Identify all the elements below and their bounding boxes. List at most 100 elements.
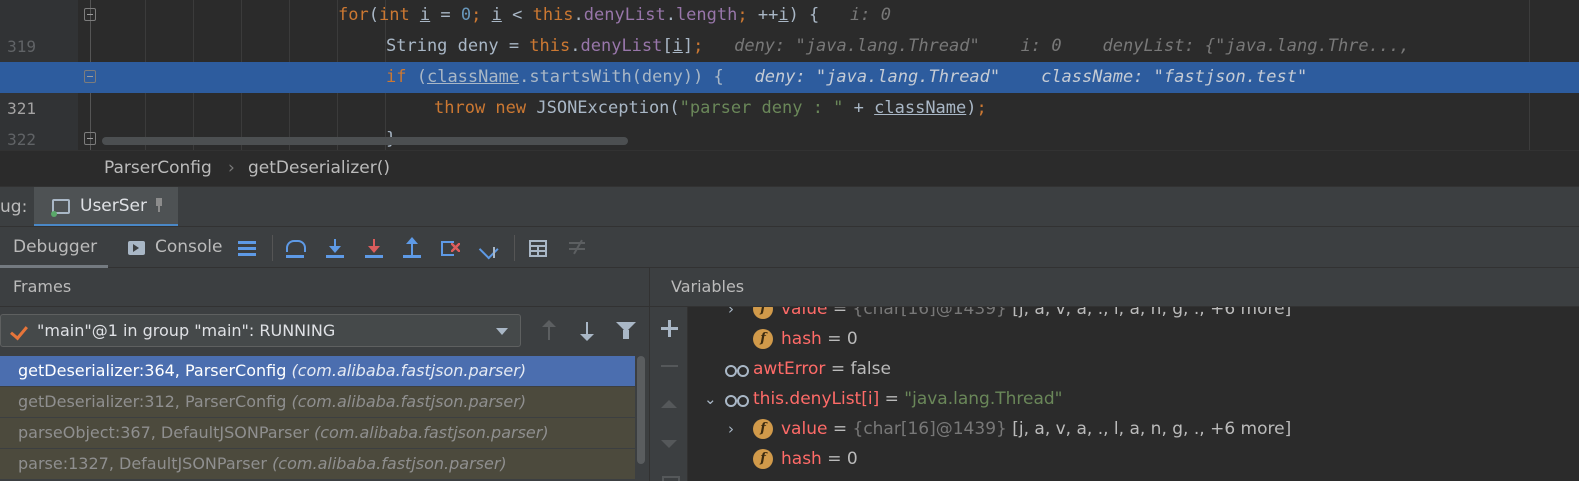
- field-icon: f: [753, 307, 773, 319]
- thread-selector-value: "main"@1 in group "main": RUNNING: [37, 321, 336, 340]
- run-to-cursor-icon[interactable]: [478, 237, 500, 259]
- inline-value-hint: i: 0: [819, 5, 891, 25]
- variable-value: [j, a, v, a, ., l, a, n, g, ., +6 more]: [1006, 307, 1292, 319]
- down-arrow-icon[interactable]: [576, 320, 598, 342]
- variable-value: 0: [846, 329, 858, 349]
- frame-method: getDeserializer:312, ParserConfig: [18, 392, 292, 411]
- code-token: [: [662, 36, 673, 56]
- breadcrumb-method[interactable]: getDeserializer(): [248, 151, 390, 186]
- code-token: denyList: [580, 36, 663, 56]
- pin-icon[interactable]: [154, 198, 164, 212]
- force-step-into-icon[interactable]: [363, 237, 385, 259]
- variable-name: value = {char[16]@1439} [j, a, v, a, ., …: [781, 419, 1292, 439]
- fold-marker-icon[interactable]: [84, 132, 96, 145]
- variable-name: awtError = false: [753, 359, 891, 379]
- code-text: throw new JSONException("parser deny : "…: [434, 93, 987, 124]
- frame-package: (com.alibaba.fastjson.parser): [313, 423, 549, 442]
- code-line-319[interactable]: 319 for(int i = 0; i < this.denyList.len…: [0, 0, 1579, 56]
- code-token: <: [501, 5, 533, 25]
- debug-tool-window-header: ug: UserSer: [0, 186, 1579, 227]
- fold-marker-icon[interactable]: [84, 8, 96, 21]
- debugger-toolbar: Debugger Console: [0, 226, 1579, 268]
- chevron-down-icon[interactable]: ⌄: [704, 384, 717, 414]
- debug-label: ug:: [0, 197, 28, 217]
- layout-menu-icon[interactable]: [236, 237, 258, 259]
- variable-name: hash = 0: [781, 449, 858, 469]
- frame-row[interactable]: getDeserializer:364, ParserConfig (com.a…: [0, 356, 635, 386]
- field-icon: f: [753, 419, 773, 439]
- chevron-down-icon[interactable]: [496, 328, 508, 335]
- code-token: for: [338, 5, 369, 25]
- variable-row[interactable]: ⌄ this.denyList[i] = "java.lang.Thread": [688, 384, 1579, 414]
- variable-value: "java.lang.Thread": [904, 389, 1063, 409]
- trace-stream-icon[interactable]: [567, 237, 589, 259]
- frame-method: getDeserializer:364, ParserConfig: [18, 361, 292, 380]
- code-token: ): [966, 98, 977, 118]
- variable-row[interactable]: › f value = {char[16]@1439} [j, a, v, a, .…: [688, 307, 1579, 324]
- breadcrumb-separator: ›: [228, 158, 235, 178]
- check-icon: [11, 323, 27, 335]
- code-line-320[interactable]: 320 String deny = this.denyList[i]; deny…: [0, 31, 1579, 87]
- code-token: length: [675, 5, 738, 25]
- watch-icon: [725, 395, 749, 407]
- code-line-322[interactable]: 322 throw new JSONException("parser deny…: [0, 93, 1579, 149]
- fold-marker-icon[interactable]: [84, 70, 96, 83]
- frame-method: parse:1327, DefaultJSONParser: [18, 454, 273, 473]
- watch-icon: [725, 365, 749, 377]
- code-token: .: [665, 5, 676, 25]
- code-text: String deny = this.denyList[i]; deny: "j…: [386, 31, 1410, 62]
- tab-console[interactable]: Console: [155, 227, 223, 268]
- code-token: int: [378, 5, 420, 25]
- session-tab-userser[interactable]: UserSer: [34, 187, 178, 227]
- code-token: className: [874, 98, 967, 118]
- variable-row[interactable]: f hash = 0: [688, 444, 1579, 474]
- code-editor[interactable]: 319 for(int i = 0; i < this.denyList.len…: [0, 0, 1579, 150]
- code-token: ) {: [788, 5, 820, 25]
- filter-icon[interactable]: [615, 320, 637, 342]
- field-icon: f: [753, 329, 773, 349]
- variable-row[interactable]: f hash = 0: [688, 324, 1579, 354]
- evaluate-expression-icon[interactable]: [529, 240, 547, 257]
- variables-tree[interactable]: › f value = {char[16]@1439} [j, a, v, a, .…: [650, 307, 1579, 481]
- field-icon: f: [753, 449, 773, 469]
- breadcrumb-class[interactable]: ParserConfig: [104, 151, 212, 186]
- code-token: i: [778, 5, 789, 25]
- horizontal-scrollbar[interactable]: [102, 137, 628, 145]
- code-token: +: [843, 98, 875, 118]
- code-token: throw new: [434, 98, 537, 118]
- step-over-icon[interactable]: [284, 237, 306, 259]
- chevron-right-icon[interactable]: ›: [728, 414, 734, 444]
- variable-row[interactable]: awtError = false: [688, 354, 1579, 384]
- thread-selector[interactable]: "main"@1 in group "main": RUNNING: [0, 314, 521, 347]
- drop-frame-icon[interactable]: [439, 237, 461, 259]
- variable-row[interactable]: › f value = {char[16]@1439} [j, a, v, a, .…: [688, 414, 1579, 444]
- step-out-icon[interactable]: [401, 237, 423, 259]
- code-token: .: [573, 5, 584, 25]
- code-token: i: [672, 36, 683, 56]
- code-token: "parser deny : ": [679, 98, 844, 118]
- code-token: denyList: [583, 5, 666, 25]
- tab-console-label: Console: [155, 237, 223, 257]
- frame-method: parseObject:367, DefaultJSONParser: [18, 423, 314, 442]
- code-token: 0: [460, 5, 472, 25]
- frame-row[interactable]: getDeserializer:312, ParserConfig (com.a…: [0, 387, 635, 417]
- frames-scrollbar[interactable]: [635, 356, 649, 481]
- frame-row[interactable]: parseObject:367, DefaultJSONParser (com.…: [0, 418, 635, 448]
- tab-debugger[interactable]: Debugger: [0, 227, 108, 268]
- code-token: JSONException(: [536, 98, 680, 118]
- variable-meta: {char[16]@1439}: [852, 419, 1007, 439]
- variable-name: this.denyList[i] = "java.lang.Thread": [753, 389, 1063, 409]
- code-line-321-current[interactable]: 321 if (className.startsWith(deny)) { de…: [0, 62, 1579, 118]
- inline-value-hint: deny: "java.lang.Thread" i: 0 denyList: …: [703, 36, 1410, 56]
- toolbar-separator: [272, 235, 273, 261]
- step-into-icon[interactable]: [324, 237, 346, 259]
- toolbar-separator: [514, 235, 515, 261]
- session-label: UserSer: [80, 196, 147, 216]
- code-token: this: [529, 36, 571, 56]
- up-arrow-icon[interactable]: [538, 320, 560, 342]
- chevron-right-icon[interactable]: ›: [728, 307, 734, 324]
- frames-panel: Frames "main"@1 in group "main": RUNNING…: [0, 268, 649, 481]
- frame-row[interactable]: parse:1327, DefaultJSONParser (com.aliba…: [0, 449, 635, 479]
- run-config-icon: [51, 199, 70, 217]
- code-token: className: [426, 67, 520, 87]
